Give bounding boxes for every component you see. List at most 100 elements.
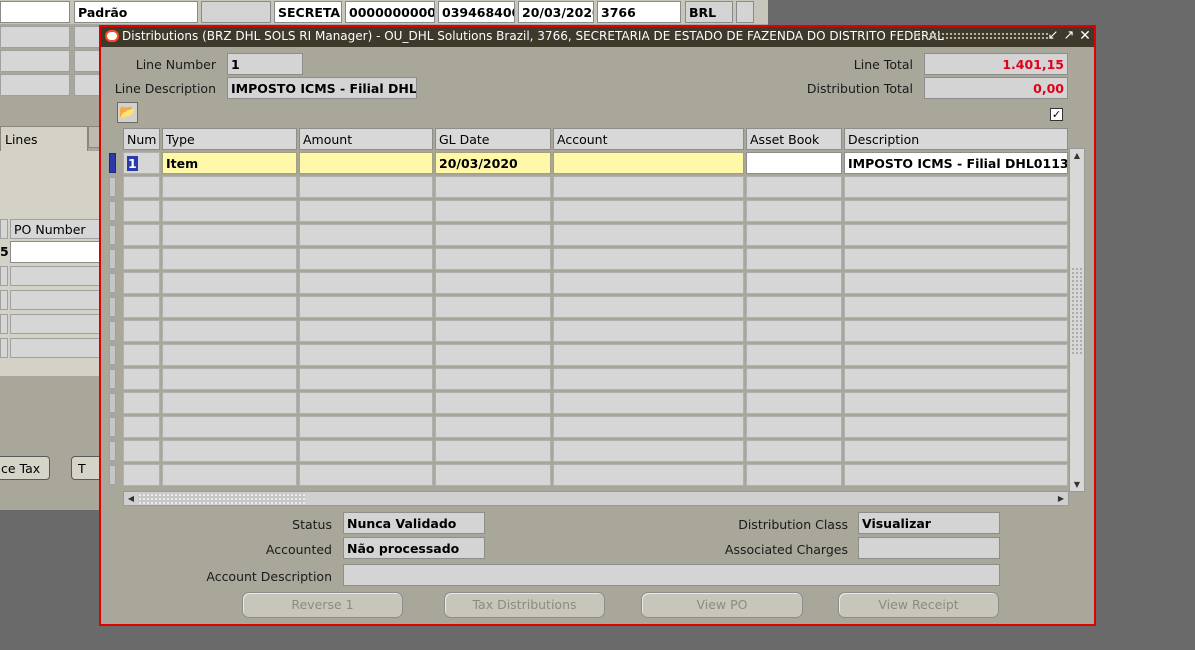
row-indicator-current[interactable] <box>109 153 116 173</box>
row-indicator[interactable] <box>109 297 116 317</box>
calculate-tax-button[interactable]: ce Tax <box>0 456 50 480</box>
table-cell-num[interactable] <box>123 440 160 462</box>
tab-lines[interactable]: Lines <box>0 126 88 152</box>
table-cell-type[interactable] <box>162 440 297 462</box>
table-cell-num[interactable]: 1 <box>123 152 160 174</box>
table-cell-asset-book[interactable] <box>746 296 842 318</box>
table-cell-num[interactable] <box>123 368 160 390</box>
table-cell-account[interactable] <box>553 248 744 270</box>
table-cell-asset-book[interactable] <box>746 392 842 414</box>
row-indicator[interactable] <box>109 369 116 389</box>
table-cell-amount[interactable] <box>299 224 433 246</box>
table-cell-asset-book[interactable] <box>746 176 842 198</box>
table-cell-account[interactable] <box>553 296 744 318</box>
table-cell-description[interactable] <box>844 296 1068 318</box>
table-cell-gl-date[interactable] <box>435 248 551 270</box>
scroll-right-icon[interactable]: ▶ <box>1054 492 1068 505</box>
table-cell-asset-book[interactable] <box>746 416 842 438</box>
table-cell-description[interactable] <box>844 272 1068 294</box>
view-receipt-button[interactable]: View Receipt <box>838 592 999 618</box>
row-indicator[interactable] <box>109 465 116 485</box>
table-cell-asset-book[interactable] <box>746 152 842 174</box>
table-cell-type[interactable] <box>162 392 297 414</box>
table-cell-gl-date[interactable] <box>435 416 551 438</box>
table-cell-asset-book[interactable] <box>746 200 842 222</box>
minimize-icon[interactable]: ↙ <box>1045 28 1061 44</box>
row-indicator[interactable] <box>109 441 116 461</box>
table-cell-account[interactable] <box>553 200 744 222</box>
table-cell-asset-book[interactable] <box>746 320 842 342</box>
table-cell-type[interactable] <box>162 416 297 438</box>
table-cell-amount[interactable] <box>299 296 433 318</box>
table-cell-num[interactable] <box>123 320 160 342</box>
vertical-scroll-thumb[interactable] <box>1071 267 1083 355</box>
bg-header-cell-1[interactable]: Padrão <box>74 1 198 23</box>
table-cell-description[interactable] <box>844 320 1068 342</box>
line-total-field[interactable]: 1.401,15 <box>924 53 1068 75</box>
column-header-type[interactable]: Type <box>162 128 297 150</box>
table-cell-description[interactable] <box>844 224 1068 246</box>
table-cell-num[interactable] <box>123 344 160 366</box>
column-header-gl-date[interactable]: GL Date <box>435 128 551 150</box>
table-cell-amount[interactable] <box>299 440 433 462</box>
reverse-button[interactable]: Reverse 1 <box>242 592 403 618</box>
column-header-asset-book[interactable]: Asset Book <box>746 128 842 150</box>
table-cell-amount[interactable] <box>299 272 433 294</box>
table-cell-account[interactable] <box>553 368 744 390</box>
po-number-field[interactable] <box>10 241 102 263</box>
column-header-num[interactable]: Num <box>123 128 160 150</box>
bg-header-cell-8[interactable]: BRL <box>685 1 733 23</box>
table-cell-gl-date[interactable] <box>435 272 551 294</box>
table-cell-description[interactable] <box>844 440 1068 462</box>
bg-header-cell-6[interactable]: 20/03/2020 <box>518 1 594 23</box>
bg-row[interactable] <box>0 26 70 48</box>
table-cell-amount[interactable] <box>299 344 433 366</box>
table-cell-account[interactable] <box>553 464 744 486</box>
bg-header-cell-7[interactable]: 3766 <box>597 1 681 23</box>
table-cell-type[interactable]: Item <box>162 152 297 174</box>
table-cell-type[interactable] <box>162 200 297 222</box>
bg-header-cell-0[interactable] <box>0 1 70 23</box>
table-cell-gl-date[interactable] <box>435 440 551 462</box>
scroll-up-icon[interactable]: ▲ <box>1070 149 1084 162</box>
line-number-field[interactable]: 1 <box>227 53 303 75</box>
distribution-total-field[interactable]: 0,00 <box>924 77 1068 99</box>
table-cell-type[interactable] <box>162 224 297 246</box>
table-cell-account[interactable] <box>553 392 744 414</box>
status-field[interactable]: Nunca Validado <box>343 512 485 534</box>
tax-distributions-button[interactable]: Tax Distributions <box>444 592 605 618</box>
table-cell-amount[interactable] <box>299 176 433 198</box>
table-cell-gl-date[interactable] <box>435 296 551 318</box>
row-indicator[interactable] <box>109 201 116 221</box>
po-row[interactable] <box>10 290 102 310</box>
table-cell-description[interactable]: IMPOSTO ICMS - Filial DHL0113 <box>844 152 1068 174</box>
table-cell-description[interactable] <box>844 248 1068 270</box>
table-cell-amount[interactable] <box>299 320 433 342</box>
table-cell-gl-date[interactable] <box>435 464 551 486</box>
table-cell-gl-date[interactable] <box>435 176 551 198</box>
horizontal-scroll-thumb[interactable] <box>138 493 305 504</box>
po-row[interactable] <box>10 266 102 286</box>
table-cell-gl-date[interactable] <box>435 392 551 414</box>
table-cell-num[interactable] <box>123 248 160 270</box>
bg-header-cell-4[interactable]: 000000000000. <box>345 1 435 23</box>
bg-row[interactable] <box>74 50 100 72</box>
table-cell-account[interactable] <box>553 152 744 174</box>
table-cell-amount[interactable] <box>299 368 433 390</box>
bg-header-cell-2[interactable] <box>201 1 271 23</box>
scroll-left-icon[interactable]: ◀ <box>124 492 138 505</box>
bg-row[interactable] <box>0 314 8 334</box>
folder-icon[interactable]: 📂 <box>117 102 138 123</box>
table-cell-num[interactable] <box>123 392 160 414</box>
table-cell-description[interactable] <box>844 176 1068 198</box>
table-cell-type[interactable] <box>162 296 297 318</box>
table-cell-type[interactable] <box>162 368 297 390</box>
table-cell-account[interactable] <box>553 320 744 342</box>
line-description-field[interactable]: IMPOSTO ICMS - Filial DHL01 <box>227 77 417 99</box>
table-cell-amount[interactable] <box>299 248 433 270</box>
bg-header-cell-5[interactable]: 0394684000013 <box>438 1 515 23</box>
close-icon[interactable]: ✕ <box>1077 28 1093 44</box>
row-indicator[interactable] <box>109 417 116 437</box>
table-cell-amount[interactable] <box>299 392 433 414</box>
table-cell-num[interactable] <box>123 296 160 318</box>
